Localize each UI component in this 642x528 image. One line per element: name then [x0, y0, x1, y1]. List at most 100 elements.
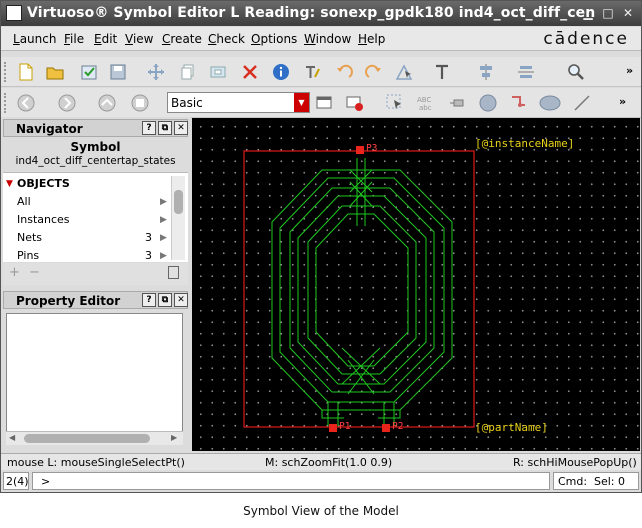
chevron-right-icon[interactable]: ▶	[160, 251, 167, 261]
minimize-icon[interactable]: ▁	[581, 6, 595, 20]
back-icon[interactable]	[17, 94, 35, 112]
pin-p3-marker[interactable]	[356, 146, 364, 154]
scroll-left-icon[interactable]: ◀	[9, 433, 15, 442]
align-icon[interactable]	[477, 63, 495, 81]
instance-name-label[interactable]: [@instanceName]	[475, 137, 574, 150]
chevron-right-icon[interactable]: ▶	[160, 197, 167, 207]
menu-edit[interactable]: Edit	[94, 32, 117, 46]
menu-create[interactable]: Create	[162, 32, 202, 46]
text-tool-icon[interactable]	[433, 63, 451, 81]
status-bar: mouse L: mouseSingleSelectPt() M: schZoo…	[1, 453, 641, 470]
menu-view[interactable]: View	[125, 32, 153, 46]
select-pointer-icon[interactable]	[386, 94, 404, 112]
nav-item-all[interactable]: All	[17, 195, 31, 208]
status-middle-mouse: M: schZoomFit(1.0 0.9)	[265, 456, 393, 469]
net-tool-icon[interactable]	[509, 94, 527, 112]
pin-label-p2: P2	[392, 421, 404, 432]
pin-tool-icon[interactable]	[449, 94, 467, 112]
title-bar[interactable]: Virtuoso® Symbol Editor L Reading: sonex…	[1, 1, 641, 26]
chevron-right-icon[interactable]: ▶	[160, 233, 167, 243]
chevron-down-icon[interactable]: ▼	[294, 93, 309, 112]
chevron-right-icon[interactable]: ▶	[160, 215, 167, 225]
filter-combo-value: Basic	[171, 96, 203, 110]
pin-p2-marker[interactable]	[382, 424, 390, 432]
remove-icon[interactable]: −	[29, 265, 40, 280]
open-folder-icon[interactable]	[46, 63, 64, 81]
abc-label-icon[interactable]: ABCabc	[416, 94, 438, 112]
up-icon[interactable]	[98, 94, 116, 112]
label-edit-icon[interactable]	[303, 63, 321, 81]
history-counter: 2(4)	[6, 475, 29, 488]
app-icon	[6, 5, 22, 21]
maximize-icon[interactable]: □	[601, 6, 615, 20]
undo-icon[interactable]	[335, 63, 353, 81]
zoom-icon[interactable]	[567, 63, 585, 81]
move-icon[interactable]	[147, 63, 165, 81]
toolbar-grip-2[interactable]	[4, 93, 10, 113]
new-file-icon[interactable]	[17, 63, 35, 81]
command-prompt: >	[41, 475, 51, 488]
close-icon[interactable]: ✕	[621, 6, 635, 20]
toolbar-grip[interactable]	[4, 62, 10, 82]
navigator-scroll-thumb[interactable]	[174, 190, 183, 214]
menu-options[interactable]: Options	[251, 32, 297, 46]
nav-item-nets[interactable]: Nets	[17, 231, 42, 244]
save-icon[interactable]	[109, 63, 127, 81]
pin-p1-marker[interactable]	[329, 424, 337, 432]
toolbar-overflow-2[interactable]: »	[619, 95, 626, 108]
command-line: 2(4) > Cmd: Sel: 0	[1, 470, 641, 492]
property-editor-header[interactable]: Property Editor ? ⧉ ✕	[3, 291, 188, 309]
help-icon[interactable]: ?	[142, 293, 156, 307]
line-tool-icon[interactable]	[573, 94, 591, 112]
property-editor-scrollbar[interactable]: ◀ ▶	[6, 431, 183, 445]
menu-window[interactable]: Window	[304, 32, 351, 46]
close-icon[interactable]: ✕	[174, 121, 188, 135]
select-mode-icon[interactable]	[395, 63, 413, 81]
panel-toggle-icon[interactable]	[168, 266, 179, 279]
copy-icon[interactable]	[179, 63, 197, 81]
float-icon[interactable]: ⧉	[158, 293, 172, 307]
command-input[interactable]: >	[32, 472, 550, 490]
workspace-icon[interactable]	[316, 94, 334, 112]
property-editor-scroll-thumb[interactable]	[24, 434, 150, 443]
redo-icon[interactable]	[365, 63, 383, 81]
menu-check[interactable]: Check	[208, 32, 245, 46]
navigator-cell-name: ind4_oct_diff_centertap_states	[15, 155, 176, 167]
add-icon[interactable]: +	[9, 265, 20, 280]
check-save-icon[interactable]	[80, 63, 98, 81]
symbol-drawing[interactable]	[192, 118, 640, 451]
help-icon[interactable]: ?	[142, 121, 156, 135]
menu-help[interactable]: Help	[358, 32, 385, 46]
pin-label-p1: P1	[339, 421, 351, 432]
menu-file[interactable]: File	[64, 32, 84, 46]
objects-header: OBJECTS	[17, 177, 70, 190]
property-editor-panel[interactable]	[6, 313, 183, 445]
navigator-scrollbar[interactable]	[171, 176, 185, 260]
circle-tool-icon[interactable]	[479, 94, 497, 112]
distribute-icon[interactable]	[517, 63, 535, 81]
nets-count: 3	[145, 231, 152, 244]
filter-combo[interactable]: Basic ▼	[167, 92, 310, 113]
inductor-coil[interactable]	[271, 158, 453, 426]
navigator-header[interactable]: Navigator ? ⧉ ✕	[3, 119, 188, 137]
nav-item-pins[interactable]: Pins	[17, 249, 39, 262]
delete-icon[interactable]	[241, 63, 259, 81]
close-icon[interactable]: ✕	[174, 293, 188, 307]
forward-icon[interactable]	[58, 94, 76, 112]
expand-triangle-icon[interactable]: ▼	[6, 179, 13, 189]
status-left-mouse: mouse L: mouseSingleSelectPt()	[7, 456, 185, 469]
scroll-right-icon[interactable]: ▶	[171, 433, 177, 442]
ellipse-tool-icon[interactable]	[539, 94, 561, 112]
nav-item-instances[interactable]: Instances	[17, 213, 70, 226]
pins-count: 3	[145, 249, 152, 262]
top-icon[interactable]	[131, 94, 149, 112]
part-name-label[interactable]: [@partName]	[475, 421, 548, 434]
float-icon[interactable]: ⧉	[158, 121, 172, 135]
toolbar-overflow[interactable]: »	[626, 64, 633, 77]
stretch-icon[interactable]	[209, 63, 227, 81]
selection-count: Sel: 0	[594, 475, 626, 488]
schematic-canvas[interactable]: P3 P1 P2 [@instanceName] [@partName]	[192, 118, 640, 451]
workspace-delete-icon[interactable]	[346, 94, 364, 112]
menu-launch[interactable]: Launch	[13, 32, 56, 46]
info-icon[interactable]	[272, 63, 290, 81]
